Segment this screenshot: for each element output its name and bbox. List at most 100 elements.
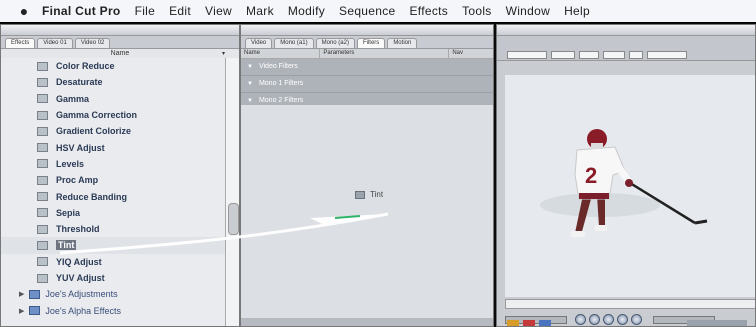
bin-label: Joe's Alpha Effects [45,305,121,316]
filter-item-gamma[interactable]: Gamma [1,91,227,107]
filter-label: Gradient Colorize [56,126,132,137]
filter-icon [355,190,365,199]
filter-icon [37,273,48,283]
filters-footer [241,318,493,326]
menu-mark[interactable]: Mark [246,4,274,18]
filter-item-gradient-colorize[interactable]: Gradient Colorize [1,123,227,139]
column-name[interactable]: Name [241,49,321,58]
row-label: Mono 1 Filters [258,80,304,87]
menu-edit[interactable]: Edit [169,4,191,18]
row-label: Video Filters [258,63,298,70]
app-window: ● Final Cut Pro File Edit View Mark Modi… [0,0,756,327]
filter-label: Levels [56,158,85,169]
filter-icon [37,240,48,250]
browser-titlebar[interactable] [1,25,239,36]
filters-titlebar[interactable] [241,25,493,36]
disclosure-triangle-icon[interactable]: ▼ [247,81,253,87]
toolbar-button[interactable] [629,51,643,59]
video-filters-row[interactable]: ▼ Video Filters [241,59,493,76]
tab-video-01[interactable]: Video 01 [37,38,73,48]
hockey-player-image: 2 [505,75,755,297]
menu-window[interactable]: Window [506,4,550,18]
filters-tabs: Video Mono (a1) Mono (a2) Filters Motion [241,36,493,49]
filter-label: Reduce Banding [56,191,128,202]
viewer-bottom-buttons [497,320,755,326]
mono-1-filters-row[interactable]: ▼ Mono 1 Filters [241,76,493,93]
filter-label: Sepia [56,207,81,218]
browser-scrollbar[interactable] [225,58,239,326]
filter-item-yiq-adjust[interactable]: YIQ Adjust [1,254,227,270]
menu-help[interactable]: Help [564,4,590,18]
tab-video-02[interactable]: Video 02 [74,38,111,48]
menu-effects[interactable]: Effects [410,4,449,18]
filter-label: HSV Adjust [56,142,105,153]
filter-icon [37,257,48,267]
zoom-popup[interactable] [551,51,575,59]
match-frame-icon[interactable] [507,320,519,326]
filter-item-gamma-correction[interactable]: Gamma Correction [1,107,227,123]
view-popup[interactable] [579,51,599,59]
filters-column-headers: Name Parameters Nav [241,49,493,59]
filter-icon [37,94,48,104]
apple-menu-icon[interactable]: ● [16,3,32,19]
mark-clip-icon[interactable] [523,320,535,326]
disclosure-triangle-icon[interactable]: ▼ [247,64,253,70]
jersey-number: 2 [585,163,597,188]
disclosure-triangle-icon[interactable]: ▶ [19,307,24,315]
filter-item-color-reduce[interactable]: Color Reduce [1,58,227,74]
disclosure-triangle-icon[interactable]: ▶ [19,290,24,298]
dragged-filter-label: Tint [370,190,384,199]
row-label: Mono 2 Filters [258,97,304,104]
menu-file[interactable]: File [135,4,156,18]
menu-app[interactable]: Final Cut Pro [42,4,121,18]
menu-modify[interactable]: Modify [288,4,325,18]
filter-item-yuv-adjust[interactable]: YUV Adjust [1,270,227,286]
column-nav[interactable]: Nav [449,49,493,58]
timecode-duration-field[interactable] [507,51,547,59]
filter-label: YUV Adjust [56,273,105,283]
column-parameters[interactable]: Parameters [320,49,450,58]
filters-drop-area[interactable] [241,105,493,320]
filter-item-tint[interactable]: Tint [1,237,227,254]
filter-icon [37,77,48,87]
filter-icon [37,126,48,136]
filter-label: Tint [56,240,77,251]
effects-list: Color Reduce Desaturate Gamma Gamma Corr… [1,58,227,326]
filter-item-hsv-adjust[interactable]: HSV Adjust [1,139,227,155]
scrubber-bar[interactable] [505,299,755,309]
filter-item-proc-amp[interactable]: Proc Amp [1,172,227,188]
filter-label: Gamma [56,93,90,104]
tab-filters[interactable]: Filters [356,38,386,48]
filter-icon [37,61,48,71]
filter-icon [37,224,48,234]
mark-in-out-buttons[interactable] [687,320,747,326]
bin-joes-adjustments[interactable]: ▶ Joe's Adjustments [1,286,227,302]
current-timecode-field[interactable] [647,51,687,59]
tab-mono-a2[interactable]: Mono (a2) [315,38,355,48]
tab-video[interactable]: Video [245,38,273,48]
dragged-filter-tint[interactable]: Tint [355,190,383,199]
playhead-sync-popup[interactable] [603,51,625,59]
menu-sequence[interactable]: Sequence [339,4,395,18]
video-frame: 2 [505,75,755,297]
viewer-titlebar[interactable] [497,25,755,36]
add-keyframe-icon[interactable] [539,320,551,326]
tab-mono-a1[interactable]: Mono (a1) [274,38,314,48]
filter-item-desaturate[interactable]: Desaturate [1,74,227,90]
filter-item-sepia[interactable]: Sepia [1,205,227,221]
filter-icon [37,159,48,169]
filter-item-reduce-banding[interactable]: Reduce Banding [1,188,227,204]
filter-label: Gamma Correction [56,110,138,121]
bin-joes-alpha-effects[interactable]: ▶ Joe's Alpha Effects [1,302,227,318]
filter-item-levels[interactable]: Levels [1,156,227,172]
filters-panel: Video Mono (a1) Mono (a2) Filters Motion… [240,24,494,327]
menu-view[interactable]: View [205,4,232,18]
tab-motion[interactable]: Motion [387,38,418,48]
scrollbar-thumb[interactable] [228,203,239,235]
menu-bar: ● Final Cut Pro File Edit View Mark Modi… [0,0,756,23]
disclosure-triangle-icon[interactable]: ▼ [247,98,253,104]
filter-item-threshold[interactable]: Threshold [1,221,227,237]
tab-effects[interactable]: Effects [5,38,36,48]
menu-tools[interactable]: Tools [462,4,492,18]
filter-icon [37,192,48,202]
